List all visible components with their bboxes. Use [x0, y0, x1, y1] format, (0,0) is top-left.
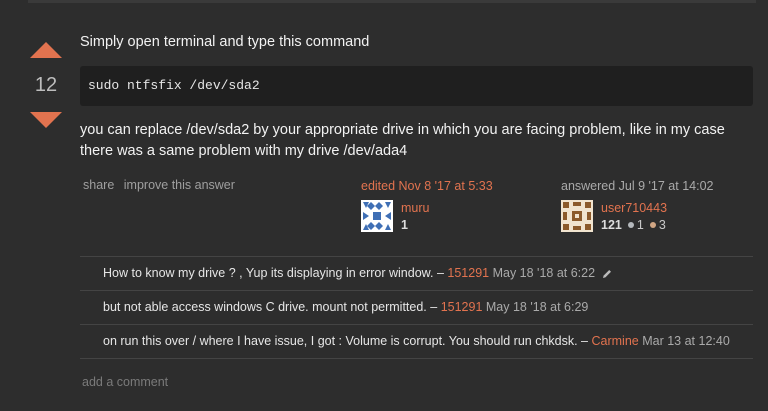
share-link[interactable]: share [83, 178, 114, 192]
vote-count: 12 [34, 74, 58, 96]
comment-user[interactable]: 151291 [441, 300, 483, 314]
owner-name[interactable]: user710443 [601, 201, 667, 215]
code-block: sudo ntfsfix /dev/sda2 [80, 66, 753, 106]
upvote-arrow-icon[interactable] [30, 42, 62, 58]
answer-body: you can replace /dev/sda2 by your approp… [80, 122, 725, 159]
downvote-arrow-icon[interactable] [30, 112, 62, 128]
edited-timestamp[interactable]: edited Nov 8 '17 at 5:33 [361, 179, 493, 193]
comments-list: How to know my drive ? , Yup its display… [80, 256, 753, 359]
comment-item: but not able access windows C drive. mou… [80, 291, 753, 325]
bronze-badge-count: 3 [658, 218, 666, 232]
top-divider [28, 0, 756, 3]
comment-user[interactable]: Carmine [591, 334, 638, 348]
comment-user[interactable]: 151291 [447, 266, 489, 280]
comment-date[interactable]: Mar 13 at 12:40 [642, 334, 730, 348]
owner-avatar[interactable] [561, 200, 593, 232]
pencil-icon[interactable] [601, 268, 613, 280]
silver-badge-count: 1 [636, 218, 644, 232]
comment-text: on run this over / where I have issue, I… [103, 334, 588, 348]
add-comment-link[interactable]: add a comment [82, 375, 168, 389]
improve-answer-link[interactable]: improve this answer [124, 178, 235, 192]
post-menu: share improve this answer [83, 178, 241, 192]
silver-badge-icon [627, 222, 634, 229]
comment-text: How to know my drive ? , Yup its display… [103, 266, 444, 280]
comment-text: but not able access windows C drive. mou… [103, 300, 438, 314]
comment-item: How to know my drive ? , Yup its display… [80, 257, 753, 291]
editor-avatar[interactable] [361, 200, 393, 232]
owner-reputation: 121 [601, 218, 622, 232]
editor-reputation: 1 [401, 218, 408, 232]
owner-reputation-line: 121 1 3 [601, 218, 666, 232]
comment-date[interactable]: May 18 '18 at 6:22 [493, 266, 595, 280]
editor-name[interactable]: muru [401, 201, 429, 215]
answered-timestamp[interactable]: answered Jul 9 '17 at 14:02 [561, 179, 714, 193]
answer-intro: Simply open terminal and type this comma… [80, 34, 370, 50]
editor-signature: edited Nov 8 '17 at 5:33 muru 1 [361, 179, 493, 232]
owner-signature: answered Jul 9 '17 at 14:02 user710443 1… [561, 179, 714, 232]
comment-item: on run this over / where I have issue, I… [80, 325, 753, 359]
bronze-badge-icon [649, 222, 656, 229]
comment-date[interactable]: May 18 '18 at 6:29 [486, 300, 588, 314]
